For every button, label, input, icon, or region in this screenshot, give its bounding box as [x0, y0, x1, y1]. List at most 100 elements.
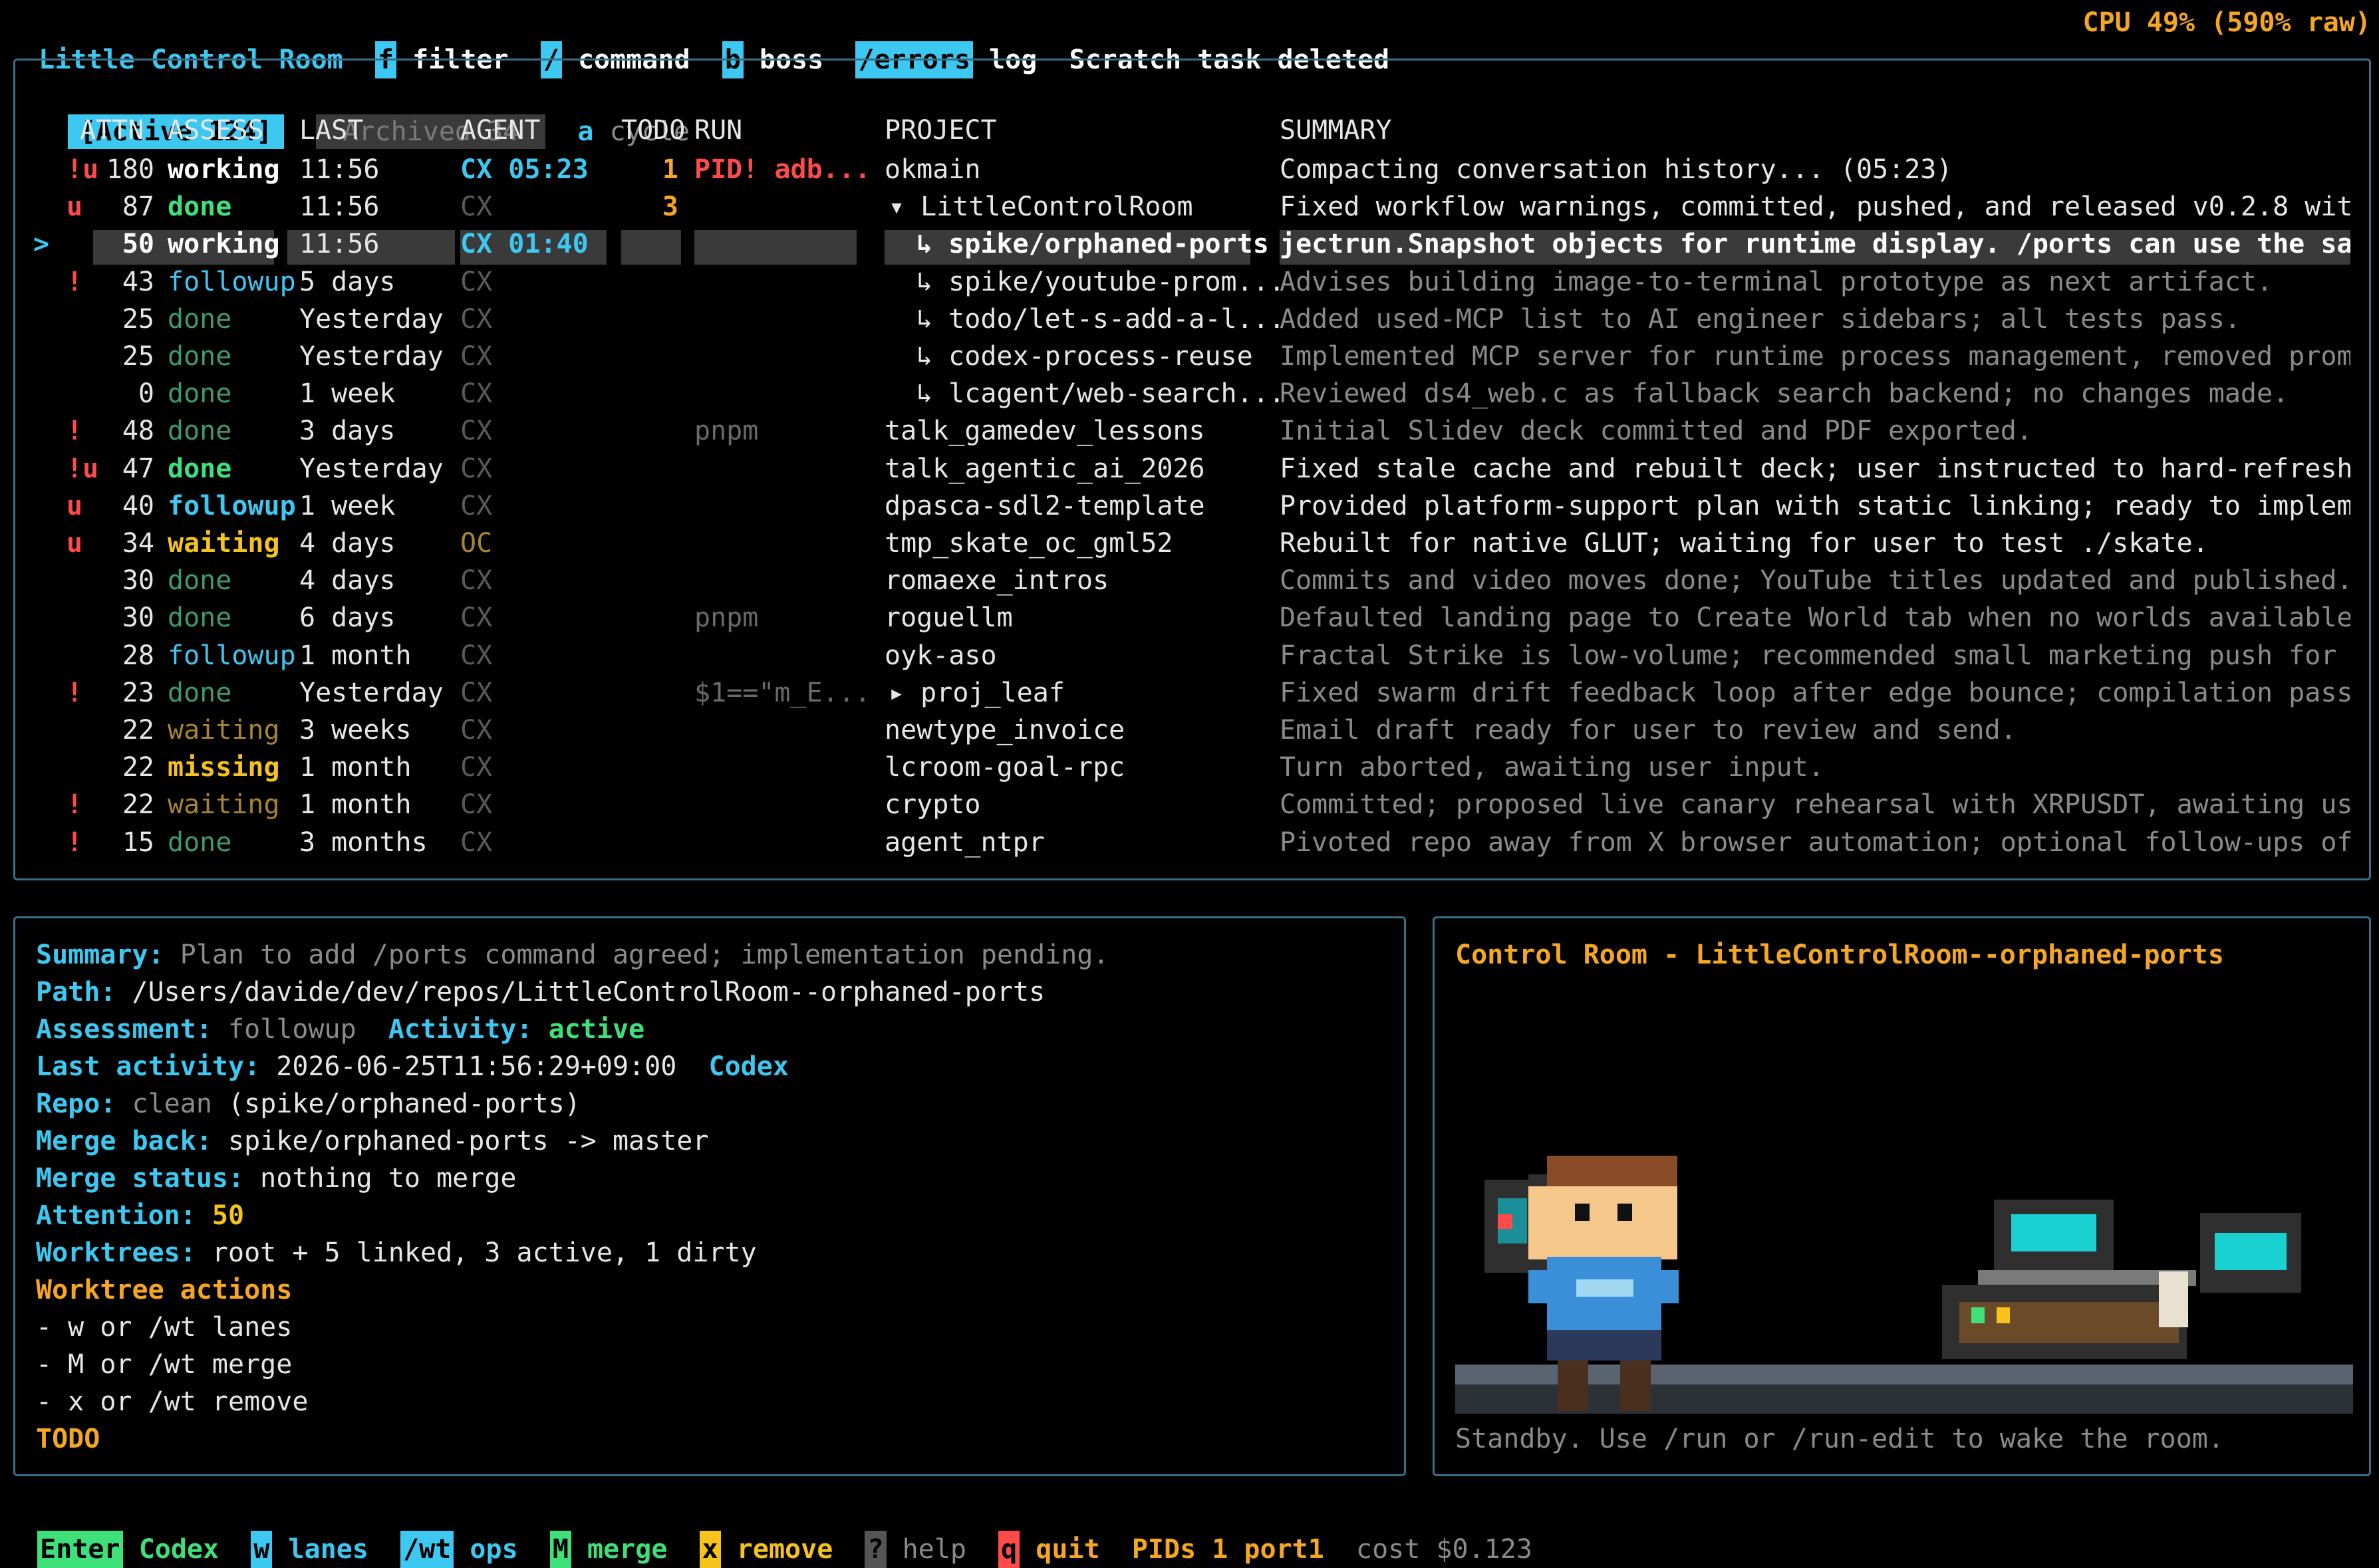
row-last: 1 week [299, 378, 396, 409]
row-last: 11:56 [299, 192, 380, 222]
row-project[interactable]: lcroom-goal-rpc [885, 752, 1125, 783]
row-summary: Rebuilt for native GLUT; waiting for use… [1280, 528, 2209, 559]
quit-key[interactable]: q [998, 1531, 1020, 1568]
row-summary: Provided platform-support plan with stat… [1280, 491, 2350, 521]
row-project[interactable]: ↳ spike/youtube-prom... [916, 267, 1285, 297]
row-agent: CX [460, 752, 493, 783]
lanes-key[interactable]: w [251, 1531, 273, 1568]
row-project[interactable]: romaexe_intros [885, 565, 1109, 596]
row-summary: Commits and video moves done; YouTube ti… [1280, 565, 2350, 596]
agent-name: Codex [708, 1051, 789, 1082]
row-last: 3 weeks [299, 715, 412, 745]
row-agent: CX [460, 565, 493, 596]
row-attn: 50 [122, 229, 154, 259]
row-project[interactable]: okmain [885, 154, 981, 185]
row-last: 11:56 [299, 229, 380, 259]
row-summary: Fixed swarm drift feedback loop after ed… [1280, 678, 2350, 708]
row-agent: CX [460, 678, 493, 708]
row-flag: u [67, 192, 83, 222]
col-agent[interactable]: AGENT [460, 115, 540, 146]
row-project[interactable]: ↳ todo/let-s-add-a-l... [916, 304, 1285, 334]
remove-label[interactable]: remove [737, 1534, 833, 1565]
row-project[interactable]: ▸ proj_leaf [889, 678, 1065, 708]
row-summary: Initial Slidev deck committed and PDF ex… [1280, 416, 2032, 446]
col-attn[interactable]: ATTN [80, 115, 144, 146]
row-project[interactable]: oyk-aso [885, 640, 997, 671]
enter-key[interactable]: Enter [37, 1531, 123, 1568]
row-project[interactable]: ↳ spike/orphaned-ports [916, 229, 1269, 259]
help-label[interactable]: help [903, 1534, 966, 1565]
footer-bar: Enter Codex w lanes /wt ops M merge x re… [5, 1494, 1532, 1568]
row-project[interactable]: tmp_skate_oc_gml52 [885, 528, 1173, 559]
merge-key[interactable]: M [549, 1531, 571, 1568]
col-assess[interactable]: ASSESS [168, 115, 264, 146]
merge-label[interactable]: merge [587, 1534, 667, 1565]
remove-key[interactable]: x [699, 1531, 721, 1568]
row-project[interactable]: ▾ LittleControlRoom [889, 192, 1193, 222]
row-agent: OC [460, 528, 493, 559]
row-last: 5 days [299, 267, 396, 297]
row-attn: 87 [122, 192, 154, 222]
row-assess: done [168, 602, 232, 633]
row-run: pnpm [694, 416, 759, 446]
row-summary: Reviewed ds4_web.c as fallback search ba… [1280, 378, 2289, 409]
action-remove[interactable]: - x or /wt remove [36, 1383, 308, 1420]
row-agent: CX [460, 640, 493, 671]
row-flag: ! [67, 678, 83, 708]
col-last[interactable]: LAST [299, 115, 363, 146]
row-attn: 30 [122, 602, 154, 633]
row-project[interactable]: talk_gamedev_lessons [885, 416, 1205, 446]
row-assess: followup [168, 267, 296, 297]
row-assess: missing [168, 752, 280, 783]
row-agent: CX [460, 491, 493, 521]
row-project[interactable]: crypto [885, 789, 981, 820]
row-project[interactable]: ↳ lcagent/web-search... [916, 378, 1285, 409]
row-agent: CX [460, 378, 493, 409]
selection-highlight [694, 230, 857, 265]
row-project[interactable]: talk_agentic_ai_2026 [885, 454, 1205, 484]
codex-label[interactable]: Codex [139, 1534, 219, 1565]
detail-worktrees: Worktrees: root + 5 linked, 3 active, 1 … [36, 1238, 757, 1268]
row-summary: Email draft ready for user to review and… [1280, 715, 2017, 745]
row-last: 3 days [299, 416, 396, 446]
row-assess: followup [168, 640, 296, 671]
row-project[interactable]: ↳ codex-process-reuse [916, 341, 1253, 372]
row-last: Yesterday [299, 454, 444, 484]
row-assess: done [168, 341, 232, 372]
row-summary: Committed; proposed live canary rehearsa… [1280, 789, 2350, 820]
row-project[interactable]: agent_ntpr [885, 827, 1045, 858]
quit-label[interactable]: quit [1036, 1534, 1099, 1565]
lanes-label[interactable]: lanes [288, 1534, 368, 1565]
cycle-key[interactable]: a [577, 116, 593, 147]
col-project[interactable]: PROJECT [885, 115, 997, 146]
wt-key[interactable]: /wt [400, 1531, 454, 1568]
row-attn: 25 [122, 341, 154, 372]
col-todo[interactable]: TODO [621, 115, 685, 146]
row-attn: 180 [106, 154, 154, 185]
top-bar: Little Control Room f filter / command b… [7, 4, 1389, 78]
row-agent: CX 01:40 [460, 229, 589, 259]
row-cursor: > [33, 229, 50, 259]
row-attn: 40 [122, 491, 154, 521]
row-project[interactable]: roguellm [885, 602, 1013, 633]
row-attn: 47 [122, 454, 154, 484]
col-summary[interactable]: SUMMARY [1280, 115, 1392, 146]
row-summary: Turn aborted, awaiting user input. [1280, 752, 1824, 783]
col-run[interactable]: RUN [694, 115, 742, 146]
row-project[interactable]: dpasca-sdl2-template [885, 491, 1205, 521]
row-assess: done [168, 304, 232, 334]
row-project[interactable]: newtype_invoice [885, 715, 1125, 745]
floor [1455, 1365, 2353, 1384]
row-last: Yesterday [299, 304, 444, 334]
row-last: 4 days [299, 528, 396, 559]
pids-status: PIDs 1 port1 [1131, 1534, 1324, 1565]
action-lanes[interactable]: - w or /wt lanes [36, 1309, 292, 1346]
help-key[interactable]: ? [865, 1531, 887, 1568]
detail-summary: Summary: Plan to add /ports command agre… [36, 940, 1109, 970]
row-attn: 28 [122, 640, 154, 671]
floor-shadow [1455, 1384, 2353, 1414]
row-attn: 30 [122, 565, 154, 596]
ops-label[interactable]: ops [470, 1534, 517, 1565]
action-merge[interactable]: - M or /wt merge [36, 1346, 292, 1383]
row-agent: CX [460, 827, 493, 858]
